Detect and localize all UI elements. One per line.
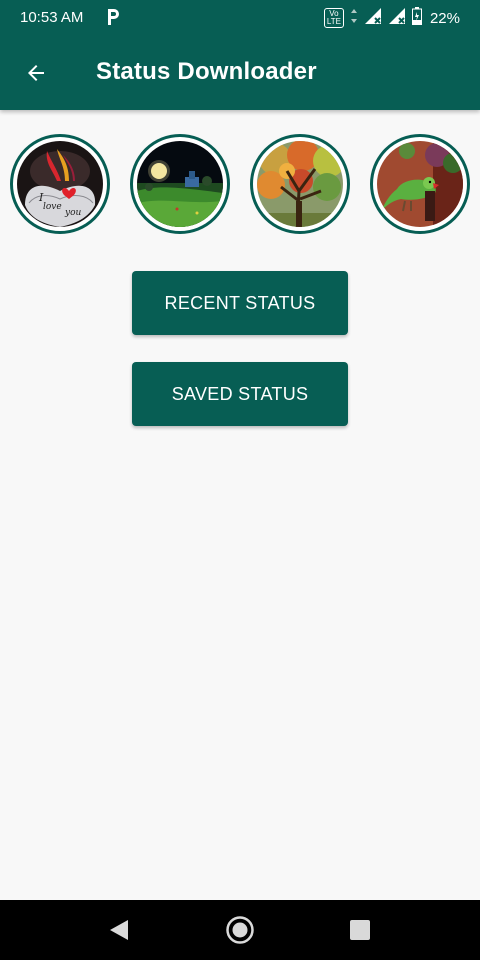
status-bar: 10:53 AM Vo LTE 22% — [0, 0, 480, 36]
battery-percent: 22% — [429, 9, 460, 27]
status-thumbnail[interactable] — [130, 134, 230, 234]
svg-text:you: you — [64, 208, 82, 218]
app-bar: Status Downloader — [0, 36, 480, 110]
page-title: Status Downloader — [96, 58, 317, 85]
signal-icon-2 — [388, 7, 406, 29]
square-recents-icon[interactable] — [345, 915, 375, 945]
arrow-left-icon — [28, 65, 44, 81]
volte-line2: LTE — [326, 17, 341, 26]
status-thumbnail[interactable] — [370, 134, 470, 234]
recent-status-button[interactable]: RECENT STATUS — [132, 271, 348, 335]
triangle-back-icon[interactable] — [104, 915, 134, 945]
top-bar: 10:53 AM Vo LTE 22% Status Downloader — [0, 0, 480, 110]
status-icons: Vo LTE 22% — [323, 6, 460, 30]
circle-home-icon[interactable] — [225, 915, 255, 945]
battery-icon — [411, 7, 422, 29]
signal-icon — [364, 7, 382, 29]
autumn-tree-image — [257, 141, 343, 227]
parrot-image — [377, 141, 463, 227]
system-nav-bar — [0, 900, 480, 960]
p-icon — [105, 7, 121, 31]
status-time: 10:53 AM — [20, 9, 84, 26]
night-landscape-image — [137, 141, 223, 227]
status-thumbnail-row: I love you — [10, 134, 480, 234]
status-thumbnail[interactable] — [250, 134, 350, 234]
love-heart-image: I love you — [17, 141, 103, 227]
back-button[interactable] — [16, 53, 56, 93]
volte-badge: Vo LTE — [323, 8, 344, 28]
data-arrows-icon — [350, 8, 358, 28]
status-thumbnail[interactable]: I love you — [10, 134, 110, 234]
saved-status-button[interactable]: SAVED STATUS — [132, 362, 348, 426]
svg-text:love: love — [43, 202, 62, 212]
